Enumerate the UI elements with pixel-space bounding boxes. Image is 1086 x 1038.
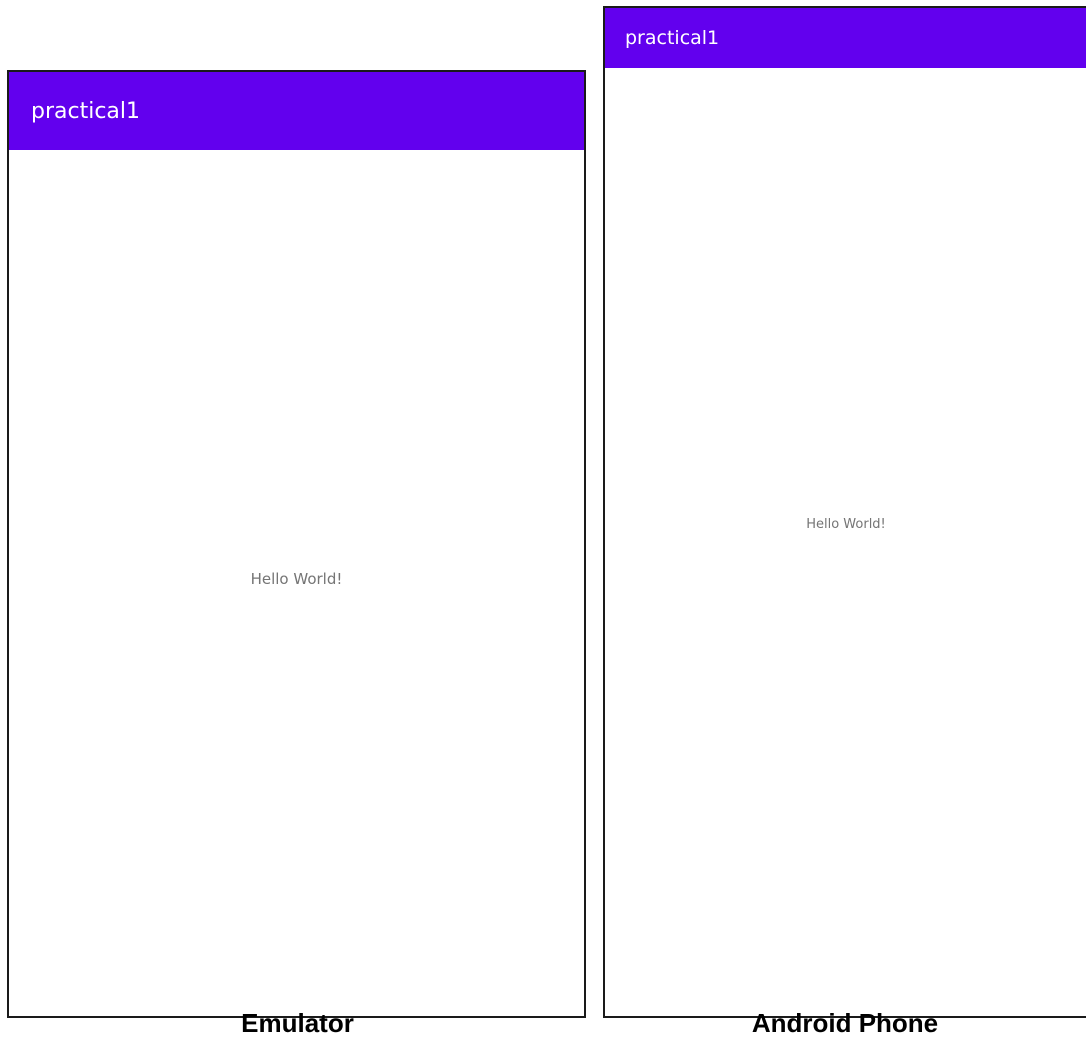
emulator-screen: practical1 Hello World! xyxy=(7,70,586,1018)
phone-caption: Android Phone xyxy=(751,1008,939,1038)
phone-app-bar: practical1 xyxy=(605,8,1086,68)
emulator-hello-text: Hello World! xyxy=(250,570,343,588)
phone-screen: practical1 Hello World! xyxy=(603,6,1086,1018)
emulator-app-title: practical1 xyxy=(31,98,141,124)
phone-hello-text: Hello World! xyxy=(806,516,886,532)
emulator-app-bar: practical1 xyxy=(9,72,584,150)
phone-app-title: practical1 xyxy=(625,27,720,49)
emulator-caption: Emulator xyxy=(241,1008,354,1038)
emulator-content-area: Hello World! xyxy=(9,150,584,1016)
phone-content-area: Hello World! xyxy=(605,68,1086,1016)
